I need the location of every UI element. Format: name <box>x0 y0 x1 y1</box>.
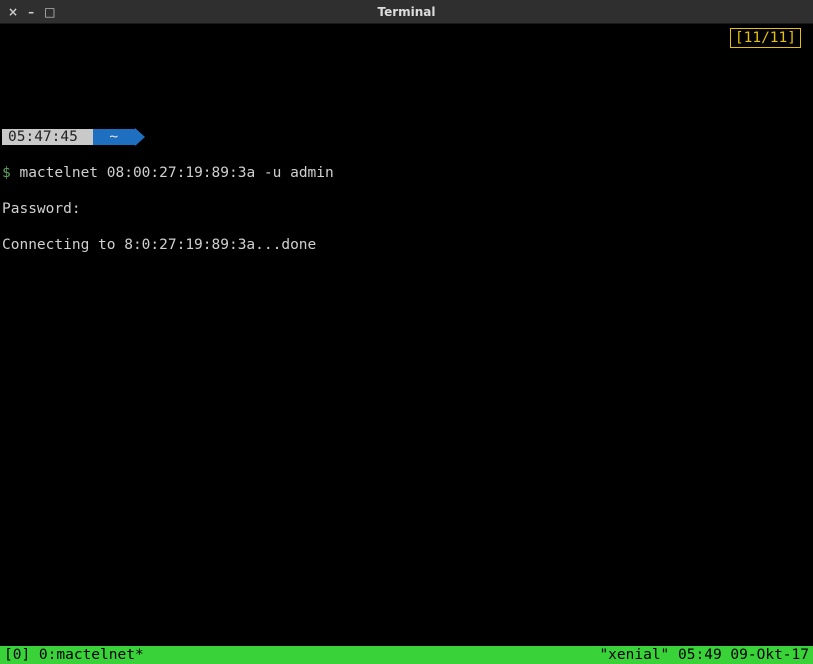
blank <box>2 380 811 398</box>
close-icon[interactable]: × <box>8 6 18 18</box>
window-title: Terminal <box>377 5 435 19</box>
status-date: 09-Okt-17 <box>730 647 809 663</box>
status-time: 05:49 <box>678 647 722 663</box>
command-line: $ mactelnet 08:00:27:19:89:3a -u admin <box>2 164 811 182</box>
pane-badge: [11/11] <box>730 28 801 48</box>
output-line: Connecting to 8:0:27:19:89:3a...done <box>2 236 811 254</box>
blank <box>2 452 811 470</box>
prompt-dir: ~ <box>93 129 135 145</box>
blank <box>2 272 811 290</box>
blank <box>2 308 811 326</box>
prompt-symbol: $ <box>2 165 11 181</box>
status-session: [0] <box>4 647 30 663</box>
chevron-right-icon <box>135 128 145 146</box>
output-line: Password: <box>2 200 811 218</box>
prompt-time: 05:47:45 <box>2 129 93 145</box>
tmux-statusbar: [0] 0:mactelnet* "xenial" 05:49 09-Okt-17 <box>0 646 813 664</box>
maximize-icon[interactable]: □ <box>44 6 55 18</box>
blank <box>2 560 811 578</box>
terminal-body[interactable]: [11/11] 05:47:45 ~ $ mactelnet 08:00:27:… <box>0 24 813 664</box>
blank <box>2 344 811 362</box>
prompt-segments: 05:47:45 ~ <box>2 128 811 146</box>
command-text: mactelnet 08:00:27:19:89:3a -u admin <box>19 165 333 181</box>
blank <box>2 488 811 506</box>
blank <box>2 416 811 434</box>
window-controls: × – □ <box>8 6 55 18</box>
status-host: "xenial" <box>599 647 669 663</box>
terminal-window: × – □ Terminal [11/11] 05:47:45 ~ $ mact… <box>0 0 813 664</box>
blank <box>2 596 811 614</box>
status-window: 0:mactelnet* <box>30 647 144 663</box>
blank <box>2 524 811 542</box>
titlebar[interactable]: × – □ Terminal <box>0 0 813 24</box>
minimize-icon[interactable]: – <box>28 6 34 18</box>
